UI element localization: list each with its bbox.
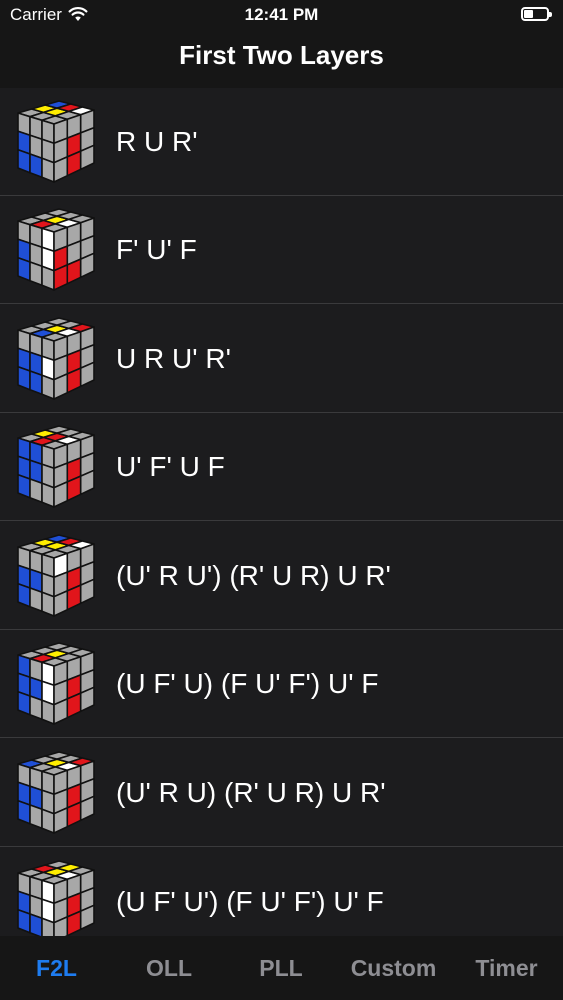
cube-sticker [29, 478, 43, 504]
cube-sticker [41, 591, 55, 617]
battery-icon [521, 7, 552, 21]
algorithm-row[interactable]: (U F' U) (F U' F') U' F [0, 630, 563, 738]
cube-sticker [29, 153, 43, 179]
status-bar: Carrier 12:41 PM [0, 0, 563, 30]
cube-case-icon [17, 208, 95, 291]
cube-sticker [41, 265, 55, 291]
cube-sticker [17, 365, 31, 391]
cube-sticker [17, 148, 31, 174]
tab-timer[interactable]: Timer [450, 953, 563, 983]
cube-sticker [29, 587, 43, 613]
cube-case-icon [17, 860, 95, 936]
cube-sticker [17, 473, 31, 499]
cube-case-icon [17, 751, 95, 834]
battery-level [524, 10, 534, 18]
algorithm-list[interactable]: R U R' F' U' F U R U' R' U' F' U F (U' R… [0, 88, 563, 936]
cube-sticker [17, 908, 31, 934]
algorithm-text: (U F' U') (F U' F') U' F [116, 886, 384, 917]
cube-case-icon [17, 317, 95, 400]
cube-sticker [41, 482, 55, 508]
algorithm-row[interactable]: U R U' R' [0, 305, 563, 413]
cube-sticker [29, 261, 43, 287]
cube-case-icon [17, 425, 95, 508]
algorithm-text: U R U' R' [116, 343, 231, 374]
algorithm-text: (U' R U') (R' U R) U R' [116, 560, 391, 591]
cube-case-icon [17, 642, 95, 725]
algorithm-text: (U F' U) (F U' F') U' F [116, 668, 379, 699]
cube-sticker [41, 374, 55, 400]
cube-sticker [17, 690, 31, 716]
algorithm-row[interactable]: F' U' F [0, 196, 563, 304]
cube-sticker [29, 804, 43, 830]
algorithm-row[interactable]: (U F' U') (F U' F') U' F [0, 848, 563, 936]
algorithm-text: U' F' U F [116, 451, 225, 482]
algorithm-row[interactable]: (U' R U) (R' U R) U R' [0, 739, 563, 847]
cube-sticker [17, 256, 31, 282]
cube-sticker [41, 699, 55, 725]
cube-case-icon [17, 534, 95, 617]
tab-oll[interactable]: OLL [113, 953, 225, 983]
tab-pll[interactable]: PLL [225, 953, 337, 983]
cube-case-icon [17, 100, 95, 183]
cube-sticker [17, 799, 31, 825]
algorithm-row[interactable]: (U' R U') (R' U R) U R' [0, 522, 563, 630]
status-time: 12:41 PM [244, 5, 319, 24]
cube-sticker [41, 808, 55, 834]
cube-sticker [41, 157, 55, 183]
cube-sticker [17, 582, 31, 608]
algorithm-text: R U R' [116, 126, 198, 157]
cube-sticker [29, 370, 43, 396]
algorithm-text: (U' R U) (R' U R) U R' [116, 777, 386, 808]
navigation-bar: First Two Layers [0, 30, 563, 88]
algorithm-row[interactable]: R U R' [0, 88, 563, 196]
tab-custom[interactable]: Custom [337, 953, 450, 983]
algorithm-text: F' U' F [116, 234, 197, 265]
page-title: First Two Layers [179, 40, 384, 70]
tab-bar: F2L OLL PLL Custom Timer [0, 936, 563, 1000]
algorithm-row[interactable]: U' F' U F [0, 413, 563, 521]
tab-f2l[interactable]: F2L [0, 953, 113, 983]
cube-sticker [29, 695, 43, 721]
cube-sticker [29, 913, 43, 936]
